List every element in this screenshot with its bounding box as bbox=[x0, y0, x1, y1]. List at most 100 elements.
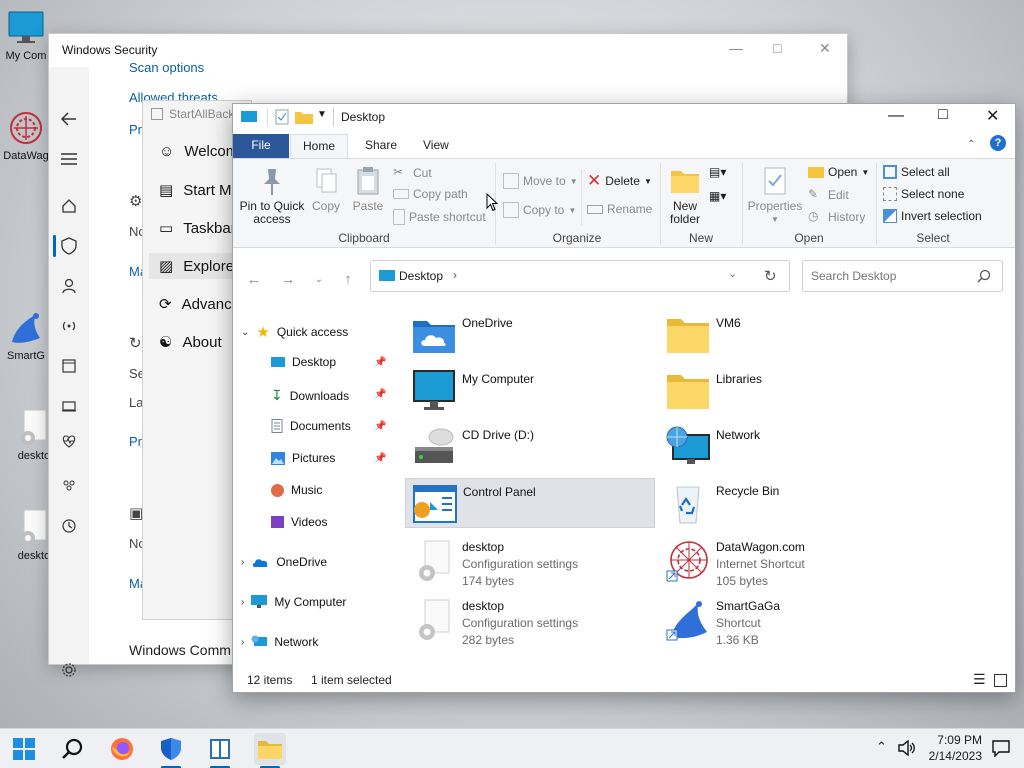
list-item-datawagon[interactable]: DataWagon.com Internet Shortcut 105 byte… bbox=[659, 536, 909, 588]
invert-selection-button[interactable]: Invert selection bbox=[883, 209, 982, 223]
address-dropdown-icon[interactable]: ⌄ bbox=[728, 267, 737, 280]
list-item-my-computer[interactable]: My Computer bbox=[405, 366, 655, 416]
start-button[interactable] bbox=[8, 733, 40, 765]
list-item-libraries[interactable]: Libraries bbox=[659, 366, 909, 416]
list-item-vm6[interactable]: VM6 bbox=[659, 310, 909, 360]
list-item-network[interactable]: Network bbox=[659, 422, 909, 472]
list-item-control-panel[interactable]: Control Panel bbox=[405, 478, 655, 528]
sab-taskbar[interactable]: ▭ Taskbar bbox=[159, 219, 236, 238]
account-icon[interactable] bbox=[57, 274, 81, 298]
ribbon-collapse-icon[interactable]: ⌃ bbox=[967, 139, 975, 150]
sab-about[interactable]: ☯ About bbox=[159, 333, 222, 352]
forward-arrow-icon[interactable]: → bbox=[278, 270, 298, 290]
list-item-smartgaga[interactable]: SmartGaGa Shortcut 1.36 KB bbox=[659, 595, 909, 647]
address-bar[interactable]: Desktop › ⌄ ↻ bbox=[370, 260, 790, 292]
up-arrow-icon[interactable]: ↑ bbox=[338, 270, 358, 290]
copy-button[interactable]: Copy bbox=[309, 165, 343, 213]
edit-button[interactable]: ✎ Edit bbox=[808, 187, 849, 203]
qat-dropdown-icon[interactable]: ▼ bbox=[317, 109, 327, 120]
sab-advanced[interactable]: ⟳ Advanc bbox=[159, 295, 232, 314]
minimize-button[interactable]: — bbox=[729, 40, 743, 56]
nav-downloads[interactable]: ↧ Downloads bbox=[271, 387, 349, 404]
new-folder-button[interactable]: New folder bbox=[665, 165, 705, 226]
nav-documents[interactable]: Documents bbox=[271, 419, 351, 433]
sab-welcome[interactable]: ☺ Welcom bbox=[159, 143, 238, 160]
nav-pictures[interactable]: Pictures bbox=[271, 451, 335, 465]
easy-access-button[interactable]: ▦▾ bbox=[709, 189, 726, 203]
nav-onedrive[interactable]: › OneDrive bbox=[241, 555, 327, 569]
windows-security-button[interactable] bbox=[155, 733, 187, 765]
new-item-button[interactable]: ▤▾ bbox=[709, 165, 726, 179]
minimize-button[interactable]: — bbox=[888, 107, 904, 125]
list-item-recycle-bin[interactable]: Recycle Bin bbox=[659, 478, 909, 528]
maximize-button[interactable]: □ bbox=[773, 40, 781, 56]
pin-quick-access-button[interactable]: Pin to Quick access bbox=[239, 165, 305, 226]
tab-file[interactable]: File bbox=[233, 134, 289, 159]
health-icon[interactable] bbox=[57, 429, 81, 453]
device-security-icon[interactable] bbox=[57, 394, 81, 418]
sab-start-menu[interactable]: ▤ Start M bbox=[159, 181, 232, 200]
scan-options-link[interactable]: Scan options bbox=[129, 60, 204, 75]
new-folder-qat-icon[interactable] bbox=[295, 110, 313, 124]
volume-icon[interactable] bbox=[898, 740, 916, 756]
nav-network[interactable]: › Network bbox=[241, 635, 318, 649]
cut-button[interactable]: ✂ Cut bbox=[393, 165, 432, 181]
select-none-button[interactable]: Select none bbox=[883, 187, 964, 201]
file-explorer-button[interactable] bbox=[254, 733, 286, 765]
list-item-desktop-ini[interactable]: desktop Configuration settings 174 bytes bbox=[405, 536, 655, 588]
search-button[interactable] bbox=[56, 733, 88, 765]
nav-videos[interactable]: Videos bbox=[271, 515, 327, 529]
paste-button[interactable]: Paste bbox=[349, 165, 387, 213]
settings-gear-icon[interactable] bbox=[57, 658, 81, 682]
shield-icon[interactable] bbox=[57, 234, 81, 258]
properties-button[interactable]: Properties ▼ bbox=[747, 165, 803, 226]
paste-shortcut-button[interactable]: Paste shortcut bbox=[393, 209, 486, 225]
nav-my-computer[interactable]: › My Computer bbox=[241, 595, 346, 609]
app-browser-icon[interactable] bbox=[57, 354, 81, 378]
copy-path-button[interactable]: Copy path bbox=[393, 187, 468, 201]
list-item-desktop-ini-2[interactable]: desktop Configuration settings 282 bytes bbox=[405, 595, 655, 647]
select-all-button[interactable]: Select all bbox=[883, 165, 950, 179]
expand-chevron-icon[interactable]: ⌄ bbox=[241, 327, 249, 338]
protection-link[interactable]: Pr bbox=[129, 434, 142, 449]
details-view-icon[interactable]: ☰ bbox=[973, 671, 986, 688]
clock[interactable]: 7:09 PM 2/14/2023 bbox=[920, 732, 982, 764]
tab-share[interactable]: Share bbox=[351, 134, 411, 159]
open-button[interactable]: Open ▼ bbox=[808, 165, 869, 179]
rename-button[interactable]: Rename bbox=[587, 202, 652, 216]
back-arrow-icon[interactable] bbox=[57, 107, 81, 131]
expand-chevron-icon[interactable]: › bbox=[241, 597, 244, 608]
firewall-network-icon[interactable] bbox=[57, 314, 81, 338]
close-button[interactable]: ✕ bbox=[986, 106, 999, 126]
tab-home[interactable]: Home bbox=[290, 134, 348, 159]
search-input[interactable] bbox=[811, 269, 971, 283]
family-icon[interactable] bbox=[57, 474, 81, 498]
maximize-button[interactable]: □ bbox=[938, 106, 948, 124]
copy-to-button[interactable]: Copy to ▼ bbox=[503, 202, 576, 218]
list-item-onedrive[interactable]: OneDrive bbox=[405, 310, 655, 360]
history-icon[interactable] bbox=[57, 514, 81, 538]
delete-button[interactable]: ✕ Delete ▼ bbox=[587, 172, 652, 189]
search-box[interactable] bbox=[802, 260, 1003, 292]
expand-chevron-icon[interactable]: › bbox=[241, 637, 244, 648]
large-icons-view-icon[interactable] bbox=[994, 674, 1007, 687]
home-icon[interactable] bbox=[57, 194, 81, 218]
tab-view[interactable]: View bbox=[409, 134, 463, 159]
properties-qat-icon[interactable] bbox=[275, 109, 289, 125]
show-hidden-icons-chevron-icon[interactable]: ⌃ bbox=[876, 739, 887, 755]
notification-icon[interactable] bbox=[992, 740, 1010, 757]
help-icon[interactable]: ? bbox=[990, 135, 1006, 151]
refresh-icon[interactable]: ↻ bbox=[764, 267, 777, 285]
recent-locations-icon[interactable]: ⌄ bbox=[309, 270, 329, 290]
history-button[interactable]: ◷ History bbox=[808, 209, 865, 225]
nav-desktop[interactable]: Desktop bbox=[271, 355, 336, 369]
firefox-button[interactable] bbox=[106, 733, 138, 765]
back-arrow-icon[interactable]: ← bbox=[244, 270, 264, 290]
list-item-cd-drive[interactable]: CD Drive (D:) bbox=[405, 422, 655, 472]
move-to-button[interactable]: Move to ▼ bbox=[503, 173, 578, 189]
nav-music[interactable]: Music bbox=[271, 483, 322, 497]
privacy-link[interactable]: Pr bbox=[129, 122, 142, 137]
hamburger-menu-icon[interactable] bbox=[57, 147, 81, 171]
breadcrumb-chevron-icon[interactable]: › bbox=[453, 268, 457, 282]
search-icon[interactable] bbox=[977, 269, 991, 283]
